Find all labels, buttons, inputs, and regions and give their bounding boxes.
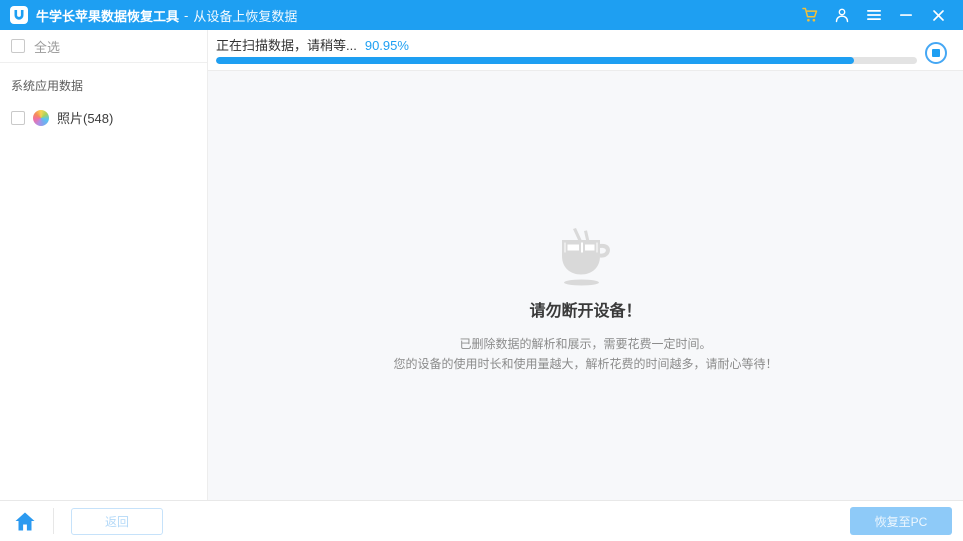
window-subtitle: 从设备上恢复数据 [193, 8, 298, 24]
progress-fill [216, 57, 854, 64]
stop-icon [932, 49, 940, 57]
back-button[interactable]: 返回 [71, 507, 163, 535]
cart-icon[interactable] [797, 4, 823, 26]
home-icon [15, 512, 35, 530]
sidebar: 全选 系统应用数据 照片(548) [0, 30, 208, 500]
user-icon[interactable] [829, 4, 855, 26]
do-not-disconnect-heading: 请勿断开设备！ [529, 303, 642, 320]
select-all-label: 全选 [34, 39, 61, 55]
footer-divider [53, 508, 54, 534]
select-all-row[interactable]: 全选 [0, 30, 207, 63]
app-window: 牛学长苹果数据恢复工具 - 从设备上恢复数据 全选 系统应用数据 照片(548)… [0, 0, 963, 541]
content-description-line2: 您的设备的使用时长和使用量越大，解析花费的时间越多，请耐心等待！ [393, 357, 778, 371]
scan-status-text: 正在扫描数据，请稍等... [216, 38, 357, 53]
content-description-line1: 已删除数据的解析和展示，需要花费一定时间。 [459, 337, 712, 351]
close-icon[interactable] [925, 4, 951, 26]
scan-percent-value: 90.95% [364, 38, 409, 53]
recover-to-pc-button[interactable]: 恢复至PC [850, 507, 952, 535]
stop-scan-button[interactable] [925, 42, 947, 64]
main-area: 正在扫描数据，请稍等... 90.95% 请勿断开设备！ 已删除数据的解析和展示… [208, 30, 963, 500]
ultdata-logo-icon [10, 6, 28, 24]
footer-bar: 返回 恢复至PC [0, 500, 963, 541]
body: 全选 系统应用数据 照片(548) 正在扫描数据，请稍等... 90.95% 请… [0, 30, 963, 500]
section-label-system-app-data: 系统应用数据 [11, 79, 84, 93]
scan-progress-row: 正在扫描数据，请稍等... 90.95% [208, 30, 963, 71]
photos-checkbox[interactable] [11, 110, 25, 125]
hamburger-menu-icon[interactable] [861, 4, 887, 26]
title-separator: - [184, 7, 189, 23]
photos-label: 照片(548) [57, 111, 114, 126]
app-title: 牛学长苹果数据恢复工具 [36, 8, 180, 24]
titlebar: 牛学长苹果数据恢复工具 - 从设备上恢复数据 [0, 0, 963, 30]
sidebar-item-photos[interactable]: 照片(548) [0, 102, 207, 133]
minimize-icon[interactable] [893, 4, 919, 26]
content-panel: 请勿断开设备！ 已删除数据的解析和展示，需要花费一定时间。 您的设备的使用时长和… [208, 71, 963, 500]
photos-flower-icon [33, 109, 49, 126]
coffee-cup-icon [561, 228, 610, 286]
progress-bar-track [216, 57, 917, 64]
content-description: 已删除数据的解析和展示，需要花费一定时间。 您的设备的使用时长和使用量越大，解析… [393, 334, 777, 374]
home-button[interactable] [14, 510, 36, 532]
select-all-checkbox[interactable] [11, 39, 25, 53]
